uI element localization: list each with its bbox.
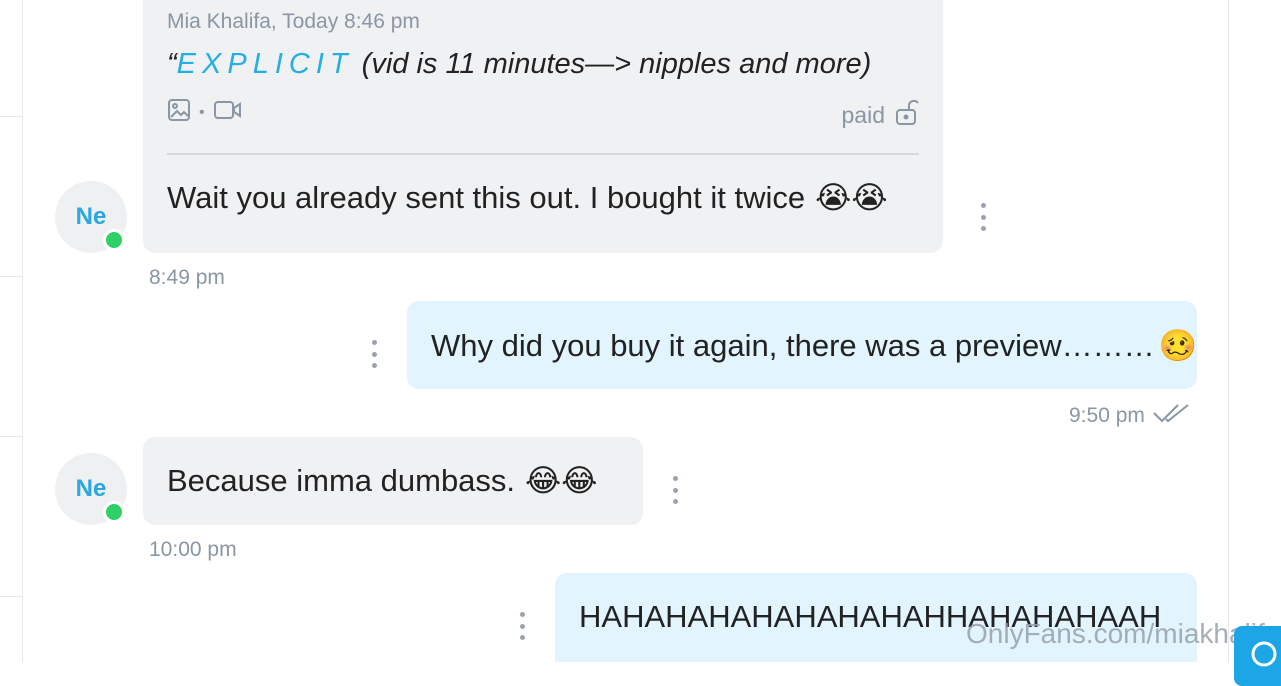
avatar[interactable]: Ne (55, 453, 127, 525)
right-rail (1228, 0, 1229, 662)
incoming-message-bubble[interactable]: Mia Khalifa, Today 8:46 pm “EXPLICIT (vi… (143, 0, 943, 253)
outgoing-message-bubble[interactable]: Why did you buy it again, there was a pr… (407, 301, 1197, 389)
media-separator: • (199, 103, 205, 121)
quote-divider (167, 153, 919, 155)
incoming-message-bubble[interactable]: Because imma dumbass. 😂😂 (143, 437, 643, 525)
message-timestamp: 8:49 pm (149, 266, 225, 289)
avatar-initials: Ne (75, 203, 107, 230)
quote-mark: “ (167, 48, 177, 80)
unlock-icon (895, 98, 919, 132)
quoted-post-highlight: EXPLICIT (176, 48, 354, 80)
help-icon (1249, 639, 1279, 674)
message-body: Because imma dumbass. (167, 463, 516, 498)
message-options-button[interactable] (517, 612, 527, 640)
rail-divider (0, 436, 22, 437)
message-text: Wait you already sent this out. I bought… (167, 180, 888, 216)
message-timestamp: 9:50 pm (1069, 404, 1145, 427)
quoted-post-rest: (vid is 11 minutes—> nipples and more) (353, 48, 872, 80)
message-text: Why did you buy it again, there was a pr… (431, 327, 1198, 365)
message-status: 9:50 pm (1069, 402, 1189, 430)
message-body: Wait you already sent this out. I bought… (167, 180, 806, 215)
message-body: Why did you buy it again, there was a pr… (431, 327, 1155, 363)
avatar[interactable]: Ne (55, 181, 127, 253)
image-icon (167, 98, 191, 127)
message-options-button[interactable] (670, 476, 680, 504)
chat-help-button[interactable] (1234, 626, 1281, 686)
paid-status: paid (842, 98, 919, 132)
online-indicator (103, 501, 125, 523)
quoted-post-media: • (167, 98, 243, 127)
quoted-post-text[interactable]: “EXPLICIT (vid is 11 minutes—> nipples a… (167, 48, 871, 81)
message-emoji: 🥴 (1158, 328, 1198, 364)
quoted-post-author: Mia Khalifa, Today 8:46 pm (167, 10, 420, 33)
message-options-button[interactable] (369, 340, 379, 368)
rail-divider (0, 276, 22, 277)
video-icon (213, 98, 243, 127)
avatar-initials: Ne (75, 475, 107, 502)
rail-divider (0, 116, 22, 117)
rail-divider (0, 596, 22, 597)
message-text: Because imma dumbass. 😂😂 (167, 463, 598, 499)
message-emoji: 😂😂 (525, 463, 598, 499)
left-rail (0, 0, 23, 662)
paid-label: paid (841, 101, 885, 128)
message-emoji: 😭😭 (815, 180, 888, 216)
double-check-icon (1153, 402, 1189, 430)
message-timestamp: 10:00 pm (149, 538, 237, 561)
message-options-button[interactable] (978, 203, 988, 231)
online-indicator (103, 229, 125, 251)
